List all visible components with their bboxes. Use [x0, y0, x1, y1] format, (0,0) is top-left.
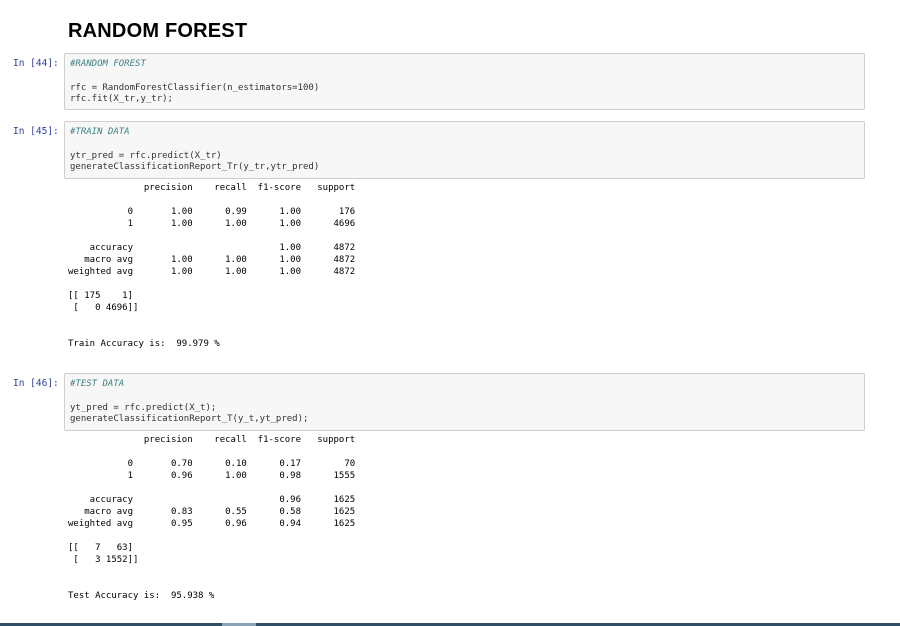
report-row: weighted avg 0.95 0.96 0.94 1625	[68, 519, 356, 529]
cell-prompt-44: In [44]:	[13, 58, 59, 69]
code-comment: #TRAIN DATA	[70, 127, 130, 137]
report-row: macro avg 0.83 0.55 0.58 1625	[68, 507, 356, 517]
code-line: generateClassificationReport_T(y_t,yt_pr…	[70, 414, 309, 424]
code-cell-46[interactable]: #TEST DATA yt_pred = rfc.predict(X_t); g…	[64, 373, 865, 431]
code-line: rfc = RandomForestClassifier(n_estimator…	[70, 83, 320, 93]
code-comment: #RANDOM FOREST	[70, 59, 146, 69]
cell-prompt-45: In [45]:	[13, 126, 59, 137]
code-comment: #TEST DATA	[70, 379, 125, 389]
code-line: rfc.fit(X_tr,y_tr);	[70, 94, 173, 104]
code-cell-44[interactable]: #RANDOM FOREST rfc = RandomForestClassif…	[64, 53, 865, 110]
cell-prompt-46: In [46]:	[13, 378, 59, 389]
code-line: yt_pred = rfc.predict(X_t);	[70, 403, 217, 413]
classification-report-header: precision recall f1-score support	[68, 435, 356, 445]
confusion-matrix-row: [ 3 1552]]	[68, 555, 139, 565]
report-row: weighted avg 1.00 1.00 1.00 4872	[68, 267, 356, 277]
report-row: macro avg 1.00 1.00 1.00 4872	[68, 255, 356, 265]
report-row: accuracy 1.00 4872	[68, 243, 356, 253]
classification-report-header: precision recall f1-score support	[68, 183, 356, 193]
confusion-matrix-row: [[ 7 63]	[68, 543, 134, 553]
section-heading: RANDOM FOREST	[68, 20, 248, 42]
confusion-matrix-row: [ 0 4696]]	[68, 303, 139, 313]
code-line: generateClassificationReport_Tr(y_tr,ytr…	[70, 162, 320, 172]
report-row: accuracy 0.96 1625	[68, 495, 356, 505]
report-row: 1 0.96 1.00 0.98 1555	[68, 471, 356, 481]
code-line: ytr_pred = rfc.predict(X_tr)	[70, 151, 222, 161]
train-accuracy-text: Train Accuracy is: 99.979 %	[68, 339, 220, 349]
report-row: 0 0.70 0.10 0.17 70	[68, 459, 356, 469]
report-row: 0 1.00 0.99 1.00 176	[68, 207, 356, 217]
code-cell-45[interactable]: #TRAIN DATA ytr_pred = rfc.predict(X_tr)…	[64, 121, 865, 179]
report-row: 1 1.00 1.00 1.00 4696	[68, 219, 356, 229]
confusion-matrix-row: [[ 175 1]	[68, 291, 134, 301]
test-accuracy-text: Test Accuracy is: 95.938 %	[68, 591, 215, 601]
